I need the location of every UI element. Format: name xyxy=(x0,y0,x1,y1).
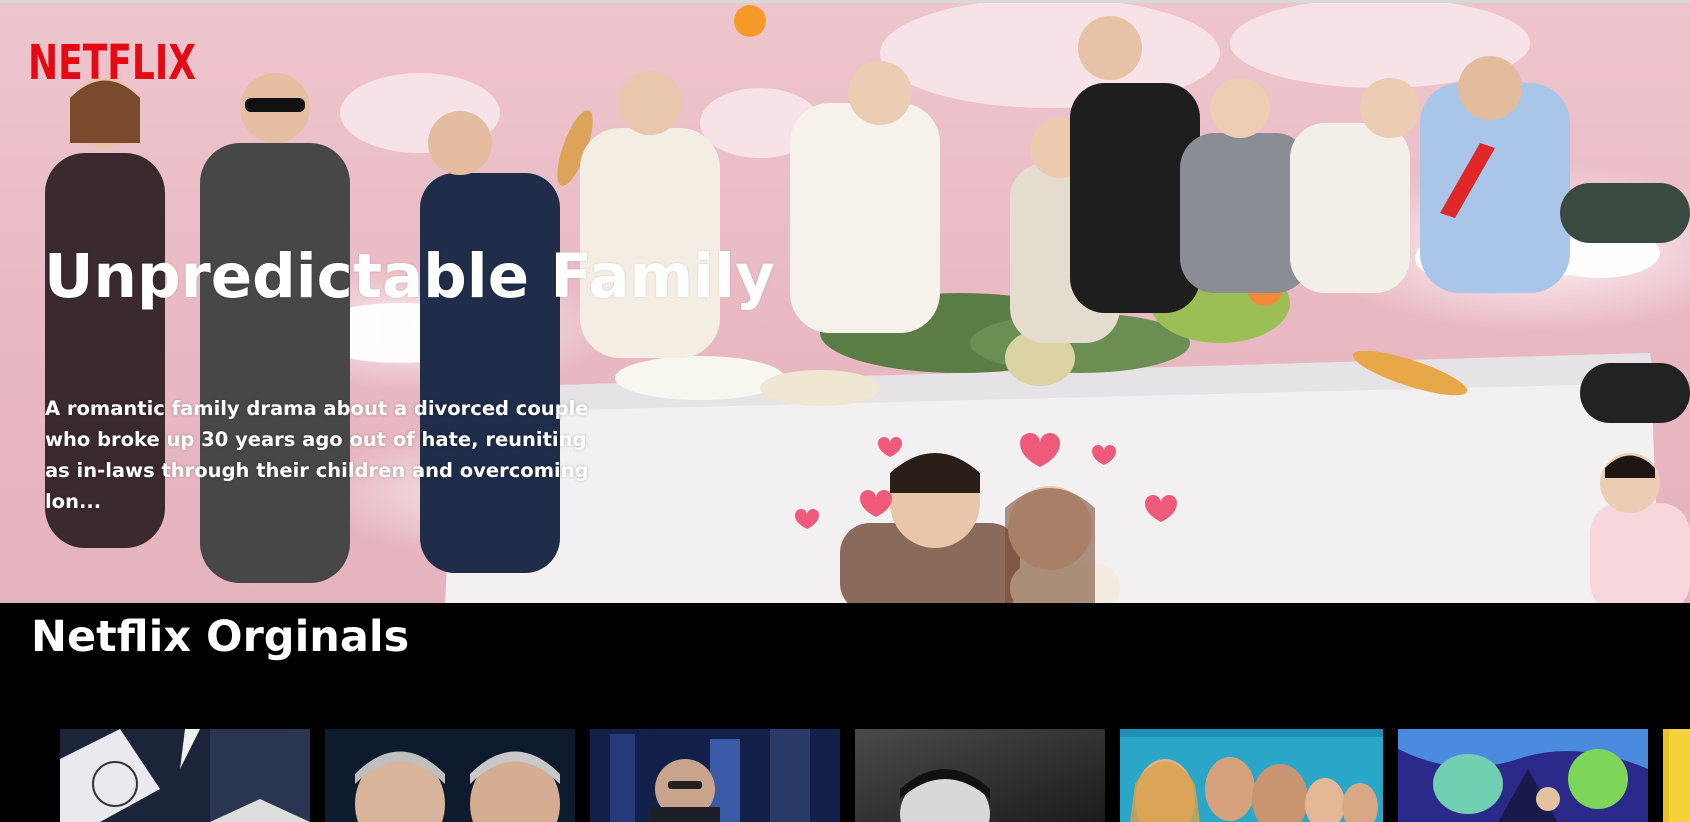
row-title-netflix-originals: Netflix Orginals xyxy=(31,612,410,662)
hero-title: Unpredictable Family xyxy=(44,241,775,312)
poster-talk-show-hosts[interactable] xyxy=(325,729,575,822)
hero-description: A romantic family drama about a divorced… xyxy=(45,397,589,513)
poster-late-show[interactable] xyxy=(590,729,840,822)
hero-banner: NETFLIX Unpredictable Family A romantic … xyxy=(0,0,1690,603)
poster-tonight-show[interactable] xyxy=(60,729,310,822)
poster-cast-ensemble[interactable] xyxy=(1120,729,1383,822)
netflix-logo[interactable]: NETFLIX xyxy=(28,29,198,87)
logo-text: NETFLIX xyxy=(28,35,196,87)
poster-animated-heroes[interactable] xyxy=(1398,729,1648,822)
poster-partial-yellow[interactable] xyxy=(1663,729,1690,822)
netflix-originals-row xyxy=(0,729,1690,822)
poster-black-white-portrait[interactable] xyxy=(855,729,1105,822)
